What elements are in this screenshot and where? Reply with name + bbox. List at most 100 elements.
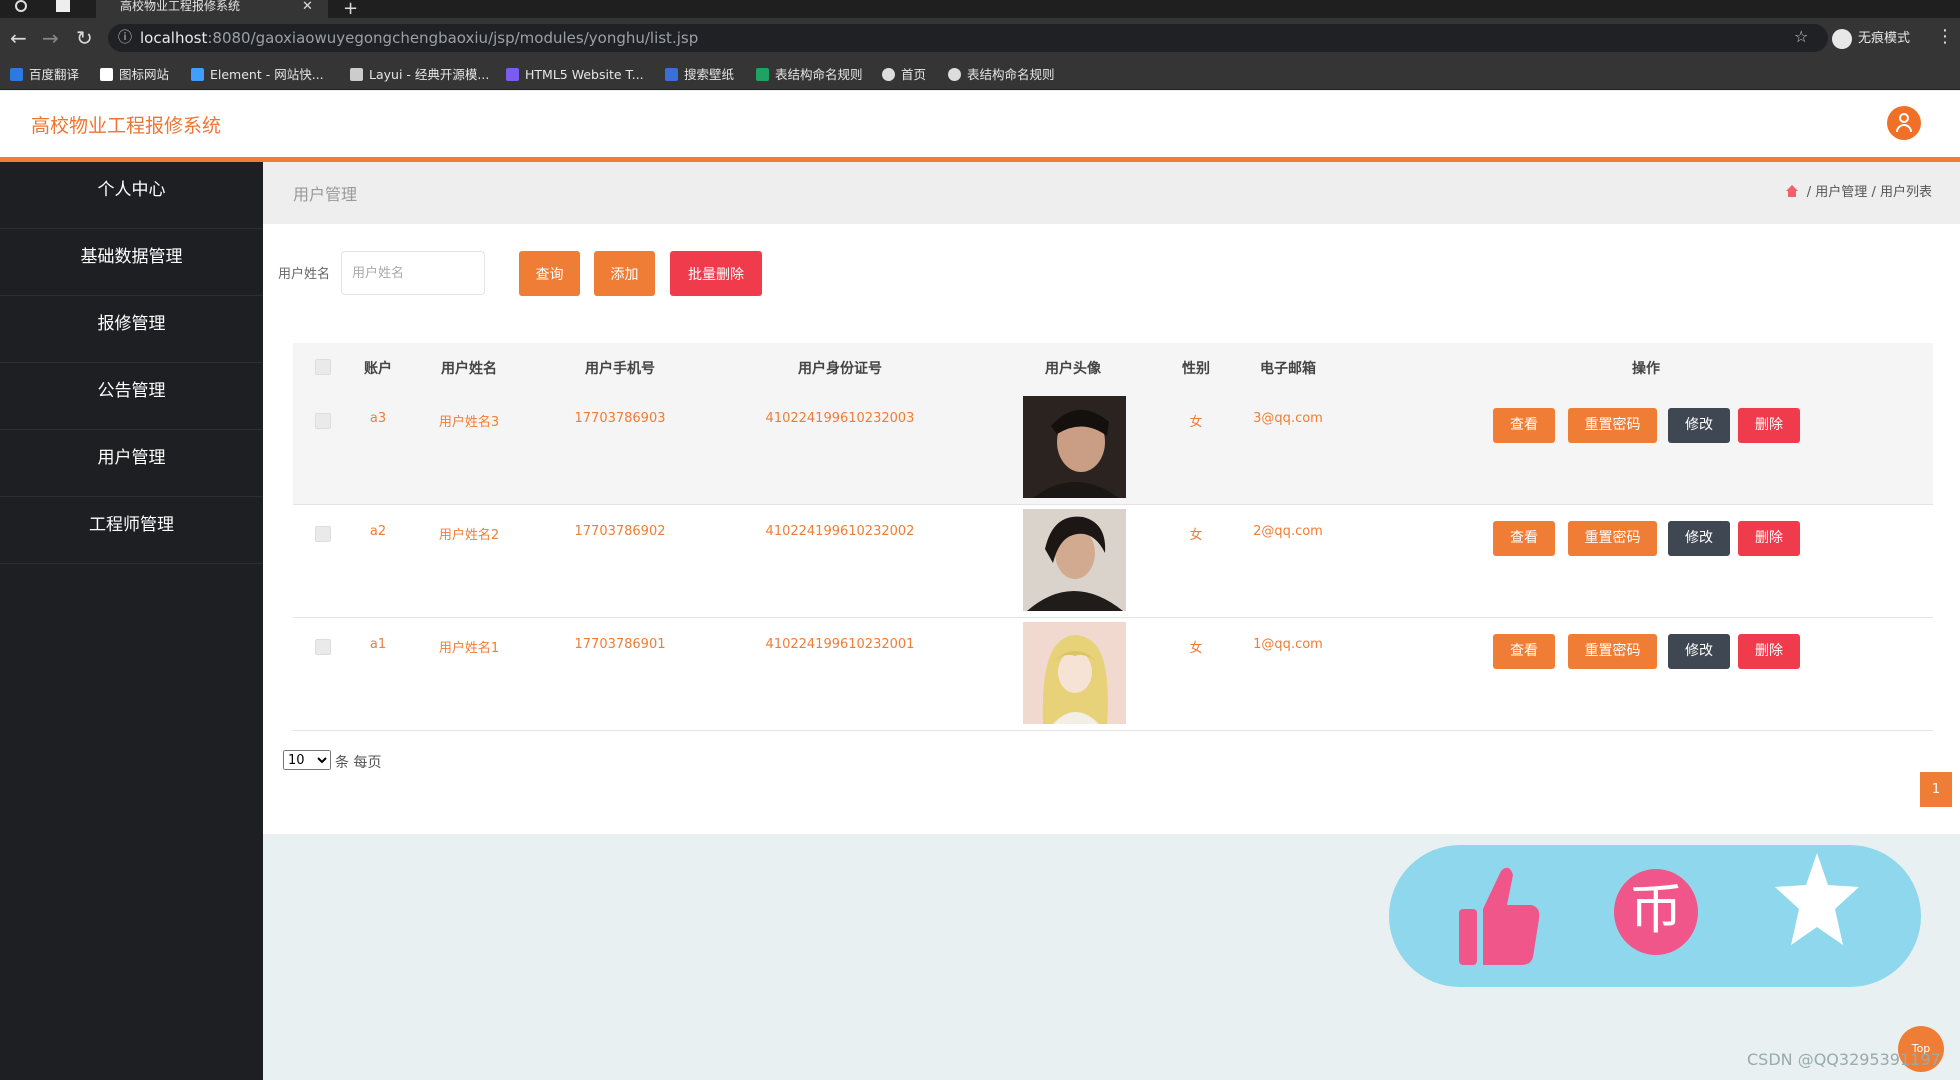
page-number-button[interactable]: 1 (1920, 772, 1952, 807)
page-size-label: 条 每页 (335, 755, 382, 771)
table-row: a3 用户姓名3 17703786903 410224199610232003 … (293, 392, 1933, 505)
wallpaper-icon (665, 68, 678, 81)
edit-button[interactable]: 修改 (1668, 408, 1730, 443)
app-header: 高校物业工程报修系统 (0, 91, 1960, 157)
sidebar-item-basic-data[interactable]: 基础数据管理 (0, 229, 263, 296)
batch-delete-button[interactable]: 批量删除 (670, 251, 762, 296)
cell-name: 用户姓名3 (438, 415, 500, 430)
add-button[interactable]: 添加 (594, 251, 655, 296)
column-header: 用户姓名 (441, 361, 497, 377)
bookmark-item[interactable]: Layui - 经典开源模... (350, 66, 489, 84)
element-icon (191, 68, 204, 81)
view-button[interactable]: 查看 (1493, 521, 1555, 556)
reset-password-button[interactable]: 重置密码 (1568, 521, 1657, 556)
bookmark-label: Element - 网站快... (210, 67, 324, 82)
query-button[interactable]: 查询 (519, 251, 580, 296)
bookmark-item[interactable]: 表结构命名规则 (948, 66, 1055, 84)
cell-email: 1@qq.com (1253, 637, 1323, 652)
url-path: :8080/gaoxiaowuyegongchengbaoxiu/jsp/mod… (207, 29, 699, 47)
bookmark-item[interactable]: 图标网站 (100, 66, 169, 84)
column-header: 电子邮箱 (1260, 361, 1316, 377)
view-button[interactable]: 查看 (1493, 408, 1555, 443)
user-avatar-photo (1023, 509, 1126, 611)
page-icon (56, 0, 70, 12)
incognito-indicator[interactable]: 无痕模式 (1832, 27, 1910, 49)
breadcrumb-bar: 用户管理 / 用户管理 / 用户列表 (263, 162, 1960, 224)
browser-tab[interactable]: 高校物业工程报修系统 (96, 0, 328, 18)
forward-icon[interactable]: → (42, 26, 59, 50)
sidebar-item-users[interactable]: 用户管理 (0, 430, 263, 497)
column-header: 用户头像 (1045, 361, 1101, 377)
tab-close-icon[interactable]: ✕ (302, 0, 313, 13)
row-checkbox[interactable] (315, 413, 331, 429)
back-icon[interactable]: ← (10, 26, 27, 50)
sidebar-item-notices[interactable]: 公告管理 (0, 363, 263, 430)
thumbs-up-icon[interactable] (1457, 865, 1541, 973)
bookmark-star-icon[interactable]: ☆ (1794, 27, 1808, 46)
column-header: 操作 (1632, 361, 1660, 377)
bookmark-label: Layui - 经典开源模... (369, 67, 490, 82)
url-host: localhost (140, 29, 208, 47)
bookmark-label: 首页 (901, 67, 927, 82)
incognito-label: 无痕模式 (1858, 31, 1911, 46)
delete-button[interactable]: 删除 (1738, 634, 1800, 669)
url-field[interactable]: ⓘ localhost:8080/gaoxiaowuyegongchengbao… (108, 24, 1828, 52)
bookmark-label: 表结构命名规则 (775, 67, 863, 82)
main-content: 用户管理 / 用户管理 / 用户列表 用户姓名 查询 添加 批量删除 账户 用户… (263, 162, 1960, 834)
bookmarks-bar: 百度翻译 图标网站 Element - 网站快... Layui - 经典开源模… (0, 60, 1960, 90)
user-avatar-photo (1023, 622, 1126, 724)
address-bar: ← → ↻ ⓘ localhost:8080/gaoxiaowuyegongch… (0, 18, 1960, 60)
home-icon[interactable] (1785, 185, 1799, 197)
browser-menu-icon[interactable]: ⋮ (1936, 26, 1954, 47)
bookmark-item[interactable]: 搜索壁纸 (665, 66, 734, 84)
page-size-select[interactable]: 10 (283, 750, 331, 770)
sidebar-item-repairs[interactable]: 报修管理 (0, 296, 263, 363)
cell-email: 2@qq.com (1253, 524, 1323, 539)
cell-gender: 女 (1189, 415, 1203, 430)
view-button[interactable]: 查看 (1493, 634, 1555, 669)
edit-button[interactable]: 修改 (1668, 521, 1730, 556)
app-title: 高校物业工程报修系统 (31, 115, 222, 137)
bookmark-item[interactable]: 百度翻译 (10, 66, 79, 84)
row-checkbox[interactable] (315, 639, 331, 655)
breadcrumb-item[interactable]: 用户管理 (1815, 185, 1867, 200)
cell-idcard: 410224199610232001 (765, 637, 915, 652)
user-icon (1899, 113, 1909, 123)
delete-button[interactable]: 删除 (1738, 521, 1800, 556)
floating-action-bar: 币 (1389, 845, 1921, 987)
sidebar: 个人中心 基础数据管理 报修管理 公告管理 用户管理 工程师管理 (0, 162, 263, 1080)
table-header: 账户 用户姓名 用户手机号 用户身份证号 用户头像 性别 电子邮箱 操作 (293, 343, 1933, 392)
bookmark-item[interactable]: HTML5 Website T... (506, 66, 644, 84)
edit-button[interactable]: 修改 (1668, 634, 1730, 669)
bookmark-item[interactable]: 首页 (882, 66, 926, 84)
search-input[interactable] (341, 251, 485, 295)
star-icon[interactable] (1775, 847, 1859, 959)
reset-password-button[interactable]: 重置密码 (1568, 408, 1657, 443)
row-checkbox[interactable] (315, 526, 331, 542)
globe-icon (882, 68, 895, 81)
column-header: 账户 (364, 361, 392, 377)
cell-account: a3 (369, 411, 387, 426)
delete-button[interactable]: 删除 (1738, 408, 1800, 443)
reload-icon[interactable]: ↻ (76, 26, 93, 50)
cell-idcard: 410224199610232003 (765, 411, 915, 426)
sidebar-item-personal[interactable]: 个人中心 (0, 162, 263, 229)
bookmark-label: 搜索壁纸 (684, 67, 735, 82)
coin-icon[interactable]: 币 (1614, 869, 1698, 955)
bookmark-item[interactable]: 表结构命名规则 (756, 66, 863, 84)
info-icon[interactable]: ⓘ (118, 24, 132, 52)
bookmark-item[interactable]: Element - 网站快... (191, 66, 324, 84)
cell-account: a1 (369, 637, 387, 652)
translate-icon (10, 68, 23, 81)
cell-gender: 女 (1189, 641, 1203, 656)
page-title: 用户管理 (293, 185, 358, 204)
reset-password-button[interactable]: 重置密码 (1568, 634, 1657, 669)
select-all-checkbox[interactable] (315, 359, 331, 375)
new-tab-icon[interactable]: + (343, 0, 358, 19)
user-table: 账户 用户姓名 用户手机号 用户身份证号 用户头像 性别 电子邮箱 操作 a3 … (293, 343, 1933, 731)
sidebar-item-engineers[interactable]: 工程师管理 (0, 497, 263, 564)
column-header: 性别 (1182, 361, 1210, 377)
bookmark-label: 百度翻译 (29, 67, 80, 82)
cell-phone: 17703786902 (574, 524, 666, 539)
user-avatar-button[interactable] (1887, 106, 1921, 140)
